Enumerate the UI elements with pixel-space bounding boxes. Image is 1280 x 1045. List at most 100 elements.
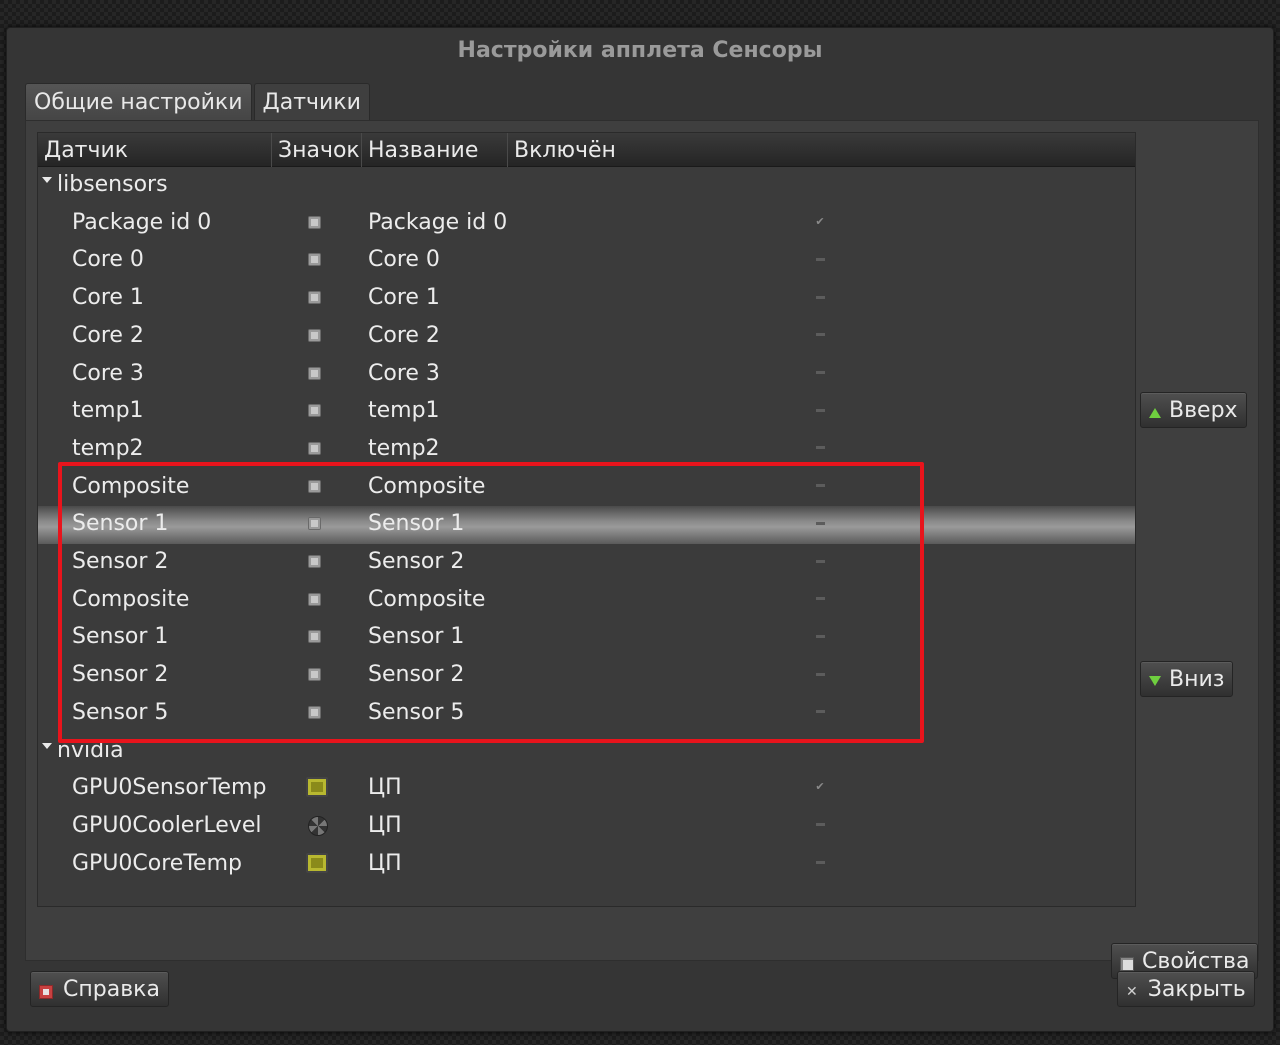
expander-arrow-icon[interactable] <box>42 742 52 749</box>
expander-arrow-icon[interactable] <box>42 177 52 183</box>
chip-icon[interactable] <box>308 215 322 230</box>
chip-icon[interactable] <box>308 291 322 305</box>
sensor-row[interactable]: GPU0CoreTemp ЦП <box>38 846 1135 884</box>
enabled-checkbox[interactable] <box>814 668 826 680</box>
gpu-chip-icon[interactable] <box>306 852 328 873</box>
name-cell[interactable]: Composite <box>368 587 485 612</box>
gpu-chip-icon[interactable] <box>306 777 328 798</box>
sensor-row[interactable]: Package id 0 Package id 0 ✔ <box>38 205 1135 243</box>
enabled-checkbox[interactable] <box>814 555 826 567</box>
fan-icon[interactable] <box>308 815 328 836</box>
sensor-row[interactable]: Composite Composite <box>38 469 1135 507</box>
help-button[interactable]: Справка <box>30 971 169 1007</box>
tree-group-row[interactable]: nvidia <box>38 733 1135 771</box>
name-cell[interactable]: ЦП <box>368 813 402 838</box>
enabled-checkbox[interactable] <box>814 291 826 303</box>
enabled-checkbox[interactable] <box>814 706 826 718</box>
unchecked-icon <box>815 823 825 827</box>
tree-group-row[interactable]: libsensors <box>38 167 1135 205</box>
properties-label: Свойства <box>1142 948 1250 974</box>
chip-icon[interactable] <box>308 404 322 418</box>
chip-icon[interactable] <box>308 366 322 381</box>
chip-icon[interactable] <box>308 668 322 682</box>
enabled-checkbox[interactable] <box>814 253 826 265</box>
sensor-row[interactable]: Sensor 1 Sensor 1 <box>38 506 1135 544</box>
name-cell[interactable]: Core 2 <box>368 323 440 348</box>
column-header-icon[interactable]: Значок <box>272 133 362 167</box>
name-cell[interactable]: Sensor 1 <box>368 624 464 649</box>
properties-icon <box>1120 957 1134 971</box>
sensor-row[interactable]: Core 0 Core 0 <box>38 242 1135 280</box>
chip-icon[interactable] <box>308 441 322 456</box>
column-header-name[interactable]: Название <box>362 133 508 167</box>
sensor-row[interactable]: Composite Composite <box>38 582 1135 620</box>
chip-icon[interactable] <box>308 479 322 494</box>
sensors-treeview[interactable]: Датчик Значок Название Включён libsensor… <box>37 132 1136 907</box>
name-cell[interactable]: temp2 <box>368 436 440 461</box>
chip-icon[interactable] <box>308 517 322 531</box>
sensor-row[interactable]: Core 2 Core 2 <box>38 318 1135 356</box>
enabled-checkbox[interactable] <box>814 630 826 642</box>
chip-icon[interactable] <box>308 253 322 267</box>
unchecked-icon <box>815 408 825 412</box>
tab-sensors[interactable]: Датчики <box>253 83 370 121</box>
move-down-button[interactable]: Вниз <box>1140 661 1234 697</box>
name-cell[interactable]: ЦП <box>368 851 402 876</box>
chip-icon[interactable] <box>308 555 322 569</box>
sensor-cell: Core 1 <box>72 285 144 311</box>
name-cell[interactable]: Sensor 5 <box>368 700 464 725</box>
unchecked-icon <box>815 559 825 563</box>
arrow-up-icon <box>1149 408 1161 418</box>
tab-general-settings[interactable]: Общие настройки <box>25 83 252 121</box>
sensor-row[interactable]: Core 3 Core 3 <box>38 356 1135 394</box>
move-down-label: Вниз <box>1169 666 1225 692</box>
arrow-down-icon <box>1149 676 1161 686</box>
chip-icon[interactable] <box>308 328 322 343</box>
sensor-cell: Composite <box>72 586 190 612</box>
column-header-sensor[interactable]: Датчик <box>38 133 272 167</box>
sensor-cell: Sensor 5 <box>72 699 169 725</box>
enabled-checkbox[interactable] <box>814 404 826 416</box>
name-cell[interactable]: Sensor 1 <box>368 511 464 536</box>
name-cell[interactable]: Core 1 <box>368 285 440 310</box>
sensor-cell: Sensor 1 <box>72 511 169 537</box>
sensor-row[interactable]: Sensor 5 Sensor 5 <box>38 695 1135 733</box>
name-cell[interactable]: Sensor 2 <box>368 662 464 687</box>
enabled-checkbox[interactable] <box>814 857 826 869</box>
sensor-row[interactable]: temp2 temp2 <box>38 431 1135 469</box>
sensor-row[interactable]: Sensor 2 Sensor 2 <box>38 657 1135 695</box>
move-up-button[interactable]: Вверх <box>1140 392 1247 428</box>
sensor-row[interactable]: GPU0SensorTemp ЦП ✔ <box>38 770 1135 808</box>
name-cell[interactable]: Core 0 <box>368 247 440 272</box>
enabled-checkbox[interactable] <box>814 329 826 341</box>
chip-icon[interactable] <box>308 592 322 607</box>
enabled-checkbox[interactable] <box>814 593 826 605</box>
name-cell[interactable]: Package id 0 <box>368 210 507 235</box>
sensor-row[interactable]: Core 1 Core 1 <box>38 280 1135 318</box>
name-cell[interactable]: Core 3 <box>368 361 440 386</box>
sensor-cell: Sensor 2 <box>72 662 169 688</box>
name-cell[interactable]: ЦП <box>368 775 402 800</box>
enabled-checkbox[interactable] <box>814 442 826 454</box>
enabled-checkbox[interactable] <box>814 480 826 492</box>
chip-icon[interactable] <box>308 705 322 720</box>
sensor-row[interactable]: Sensor 1 Sensor 1 <box>38 619 1135 657</box>
name-cell[interactable]: Sensor 2 <box>368 549 464 574</box>
enabled-checkbox[interactable] <box>814 819 826 831</box>
name-cell[interactable]: Composite <box>368 474 485 499</box>
name-cell[interactable]: temp1 <box>368 398 440 423</box>
enabled-checkbox[interactable]: ✔ <box>814 781 826 793</box>
chip-icon[interactable] <box>308 630 322 644</box>
enabled-checkbox[interactable] <box>814 367 826 379</box>
enabled-checkbox[interactable] <box>814 517 826 529</box>
close-button[interactable]: ✕ Закрыть <box>1117 971 1255 1007</box>
sensor-cell: Core 2 <box>72 322 144 348</box>
column-header-enabled[interactable]: Включён <box>508 133 1135 167</box>
sensor-row[interactable]: GPU0CoolerLevel ЦП <box>38 808 1135 846</box>
sensor-cell: temp2 <box>72 435 144 461</box>
sensor-cell: GPU0CoreTemp <box>72 850 242 876</box>
enabled-checkbox[interactable]: ✔ <box>814 215 826 228</box>
sensor-row[interactable]: Sensor 2 Sensor 2 <box>38 544 1135 582</box>
group-label: nvidia <box>57 737 124 763</box>
sensor-row[interactable]: temp1 temp1 <box>38 393 1135 431</box>
